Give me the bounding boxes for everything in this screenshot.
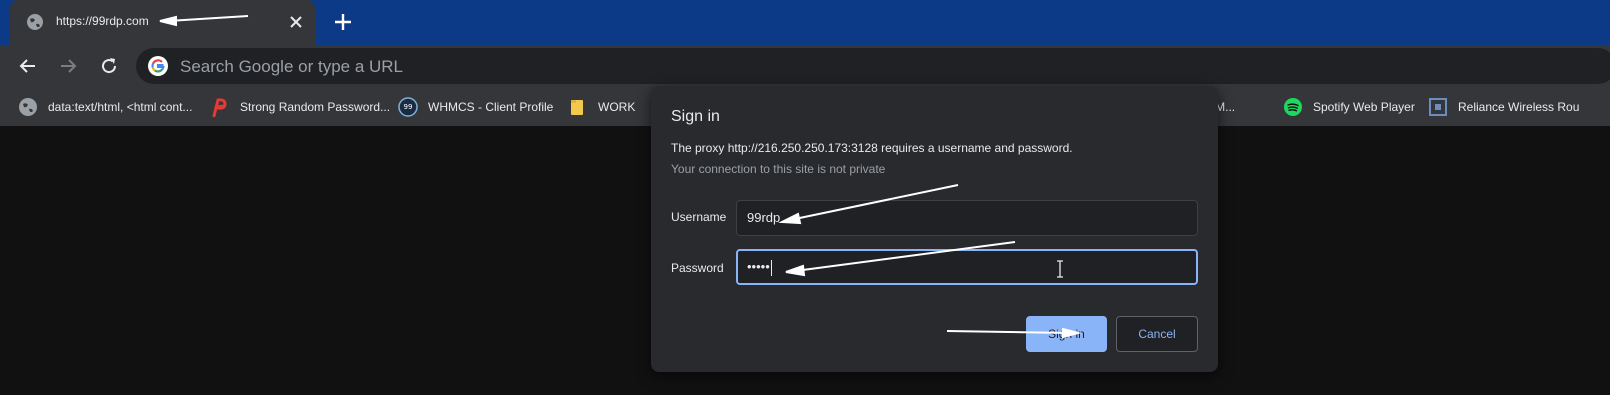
omnibox[interactable]: Search Google or type a URL <box>136 48 1610 84</box>
password-value: ••••• <box>747 259 770 274</box>
bookmark-strong-password[interactable]: Strong Random Password... <box>210 97 390 117</box>
globe-icon <box>27 14 43 30</box>
username-label: Username <box>671 210 727 224</box>
bookmark-label: WORK <box>598 100 636 114</box>
spotify-icon <box>1284 98 1302 116</box>
text-caret <box>770 259 772 276</box>
bookmark-data-html[interactable]: data:text/html, <html cont... <box>18 97 192 117</box>
bookmark-spotify[interactable]: Spotify Web Player <box>1283 97 1415 117</box>
forward-arrow-icon[interactable] <box>55 53 81 79</box>
plus-icon[interactable] <box>330 9 356 35</box>
tab-strip: https://99rdp.com <box>0 0 1610 45</box>
bookmark-reliance-router[interactable]: Reliance Wireless Rou <box>1428 97 1579 117</box>
bookmark-label: Spotify Web Player <box>1313 100 1415 114</box>
password-label: Password <box>671 261 724 275</box>
toolbar: Search Google or type a URL <box>0 45 1610 88</box>
sign-in-button[interactable]: Sign in <box>1026 316 1107 352</box>
google-g-icon <box>148 56 168 76</box>
folder-icon <box>571 100 583 115</box>
proxy-signin-dialog: Sign in The proxy http://216.250.250.173… <box>651 86 1218 372</box>
dialog-title: Sign in <box>671 108 720 125</box>
reload-icon[interactable] <box>96 53 122 79</box>
bookmark-label: data:text/html, <html cont... <box>48 100 193 114</box>
tab-title: https://99rdp.com <box>56 14 149 28</box>
dialog-sub-message: Your connection to this site is not priv… <box>671 162 886 176</box>
text-cursor-icon <box>1057 260 1063 278</box>
globe-icon <box>19 98 37 116</box>
bookmark-label: Strong Random Password... <box>240 100 391 114</box>
dialog-message: The proxy http://216.250.250.173:3128 re… <box>671 141 1073 155</box>
browser-window: https://99rdp.com Search Google or type … <box>0 0 1610 395</box>
cancel-button[interactable]: Cancel <box>1116 316 1198 352</box>
passwordsgenerator-icon <box>212 98 227 117</box>
svg-text:99: 99 <box>404 103 413 111</box>
active-tab[interactable]: https://99rdp.com <box>10 0 315 45</box>
bookmark-label: Reliance Wireless Rou <box>1458 100 1580 114</box>
back-arrow-icon[interactable] <box>15 53 41 79</box>
password-field[interactable]: ••••• <box>736 249 1198 285</box>
bookmark-whmcs[interactable]: 99 WHMCS - Client Profile <box>398 97 553 117</box>
username-value: 99rdp <box>747 210 781 225</box>
bookmark-label: WHMCS - Client Profile <box>428 100 554 114</box>
99rdp-icon: 99 <box>398 97 418 117</box>
omnibox-placeholder: Search Google or type a URL <box>180 57 404 76</box>
router-icon <box>1429 98 1447 116</box>
username-field[interactable]: 99rdp <box>736 200 1198 236</box>
close-icon[interactable] <box>286 12 306 32</box>
bookmark-work-folder[interactable]: WORK <box>568 97 635 117</box>
